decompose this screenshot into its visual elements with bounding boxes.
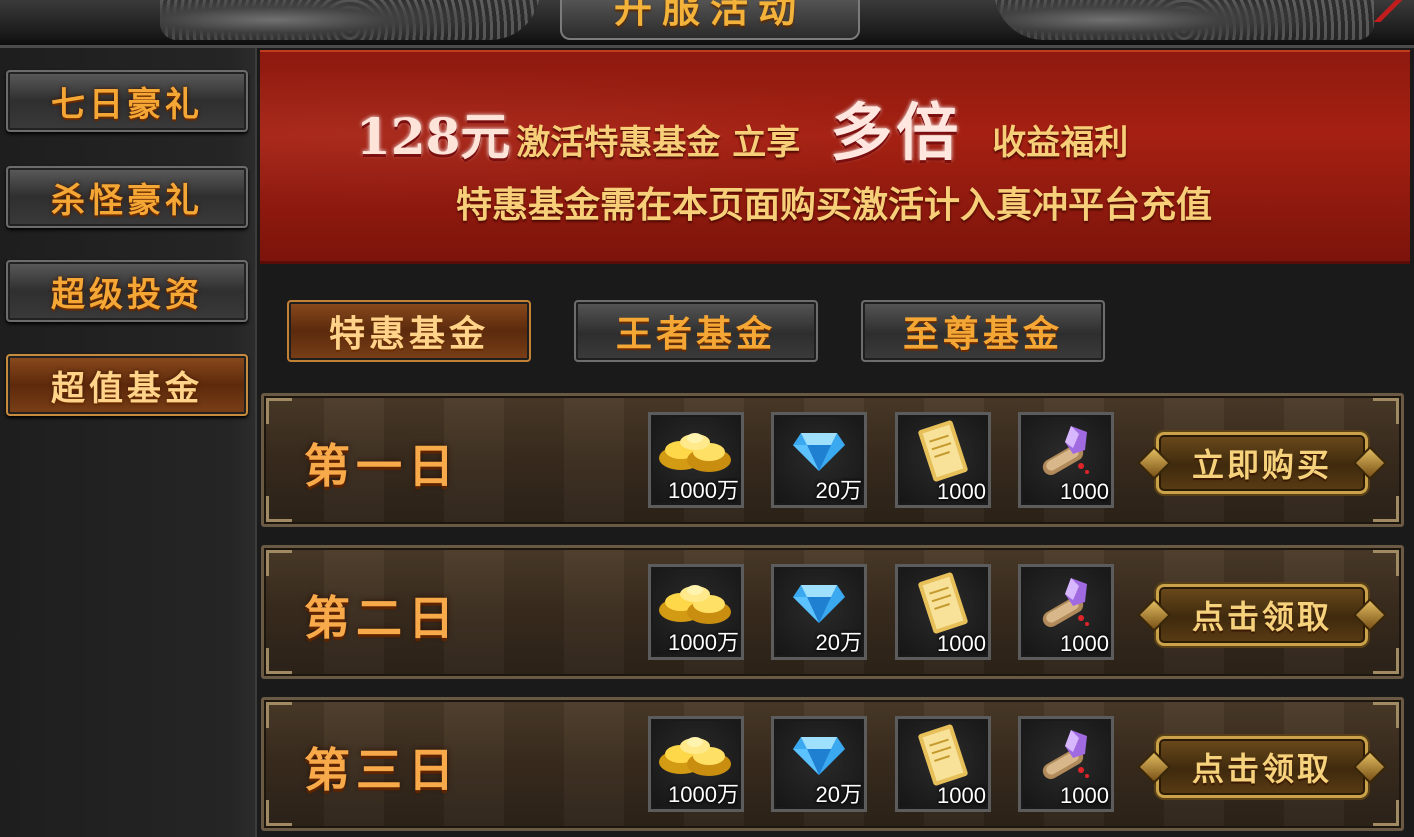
scroll-crystal-icon	[1035, 574, 1097, 636]
reward-quantity: 1000	[1060, 631, 1109, 656]
reward-quantity: 20万	[815, 478, 862, 503]
reward-item-slot[interactable]: 1000万	[648, 564, 744, 660]
tab-king-fund[interactable]: 王者基金	[574, 300, 818, 362]
page-title: 开服活动	[613, 0, 806, 31]
promo-price: 128元	[356, 107, 511, 166]
sidebar-item-monster-kill-gift[interactable]: 杀怪豪礼	[6, 166, 248, 228]
promo-headline: 128元 激活特惠基金 立享 多倍 收益福利	[356, 82, 1128, 172]
reward-row: 第三日 1000万 20万 1000 1000 点击领取	[261, 697, 1404, 831]
gold-ingot-icon	[657, 730, 735, 784]
promo-highlight: 多倍	[830, 96, 963, 169]
row-corner-ornament	[266, 496, 292, 522]
reward-quantity: 20万	[815, 630, 862, 655]
top-banner: 开服活动	[0, 0, 1414, 48]
reward-quantity: 1000万	[668, 478, 739, 503]
gold-ticket-icon	[913, 724, 973, 790]
reward-quantity: 20万	[815, 782, 862, 807]
reward-item-slot[interactable]: 1000	[1018, 412, 1114, 508]
diamond-icon	[791, 733, 847, 781]
row-corner-ornament	[266, 702, 292, 728]
reward-row: 第二日 1000万 20万 1000 1000 点击领取	[261, 545, 1404, 679]
tab-special-fund[interactable]: 特惠基金	[287, 300, 531, 362]
reward-quantity: 1000万	[668, 630, 739, 655]
reward-item-slot[interactable]: 1000万	[648, 716, 744, 812]
reward-row: 第一日 1000万 20万 1000 1000 立即购买	[261, 393, 1404, 527]
button-label: 立即购买	[1191, 446, 1332, 484]
sidebar-item-value-fund[interactable]: 超值基金	[6, 354, 248, 416]
day-label: 第三日	[304, 743, 460, 797]
row-corner-ornament	[1373, 398, 1399, 424]
reward-item-slot[interactable]: 1000	[895, 716, 991, 812]
reward-quantity: 1000	[937, 783, 986, 808]
row-corner-ornament	[1373, 550, 1399, 576]
row-corner-ornament	[266, 800, 292, 826]
buy-now-button[interactable]: 立即购买	[1134, 426, 1390, 500]
reward-quantity: 1000	[1060, 783, 1109, 808]
reward-item-slot[interactable]: 20万	[771, 716, 867, 812]
scroll-crystal-icon	[1035, 726, 1097, 788]
tab-supreme-fund[interactable]: 至尊基金	[861, 300, 1105, 362]
reward-item-slot[interactable]: 1000	[895, 564, 991, 660]
claim-button[interactable]: 点击领取	[1134, 578, 1390, 652]
reward-item-slot[interactable]: 1000万	[648, 412, 744, 508]
diamond-icon	[791, 581, 847, 629]
title-plate: 开服活动	[560, 0, 860, 40]
gold-ticket-icon	[913, 572, 973, 638]
reward-quantity: 1000	[1060, 479, 1109, 504]
button-label: 点击领取	[1191, 598, 1332, 636]
row-corner-ornament	[266, 648, 292, 674]
sidebar: 七日豪礼 杀怪豪礼 超级投资 超值基金	[0, 48, 257, 837]
reward-quantity: 1000	[937, 479, 986, 504]
button-label: 点击领取	[1191, 750, 1332, 788]
sidebar-item-super-investment[interactable]: 超级投资	[6, 260, 248, 322]
reward-item-slot[interactable]: 20万	[771, 412, 867, 508]
dragon-ornament-right	[994, 0, 1374, 40]
dragon-ornament-left	[160, 0, 540, 40]
promo-text-2: 收益福利	[992, 123, 1129, 163]
reward-item-slot[interactable]: 1000	[895, 412, 991, 508]
gold-ingot-icon	[657, 426, 735, 480]
reward-quantity: 1000	[937, 631, 986, 656]
sidebar-item-seven-day-gift[interactable]: 七日豪礼	[6, 70, 248, 132]
day-label: 第一日	[304, 439, 460, 493]
close-icon[interactable]	[1372, 0, 1402, 22]
row-corner-ornament	[266, 398, 292, 424]
gold-ingot-icon	[657, 578, 735, 632]
claim-button[interactable]: 点击领取	[1134, 730, 1390, 804]
promo-banner: 128元 激活特惠基金 立享 多倍 收益福利 特惠基金需在本页面购买激活计入真冲平台充…	[260, 50, 1410, 264]
promo-subtext: 特惠基金需在本页面购买激活计入真冲平台充值	[456, 184, 1213, 226]
row-corner-ornament	[1373, 702, 1399, 728]
diamond-icon	[791, 429, 847, 477]
reward-item-slot[interactable]: 1000	[1018, 716, 1114, 812]
row-corner-ornament	[266, 550, 292, 576]
reward-item-slot[interactable]: 20万	[771, 564, 867, 660]
reward-item-slot[interactable]: 1000	[1018, 564, 1114, 660]
gold-ticket-icon	[913, 420, 973, 486]
day-label: 第二日	[304, 591, 460, 645]
reward-quantity: 1000万	[668, 782, 739, 807]
scroll-crystal-icon	[1035, 422, 1097, 484]
promo-text-1: 激活特惠基金 立享	[516, 123, 801, 163]
